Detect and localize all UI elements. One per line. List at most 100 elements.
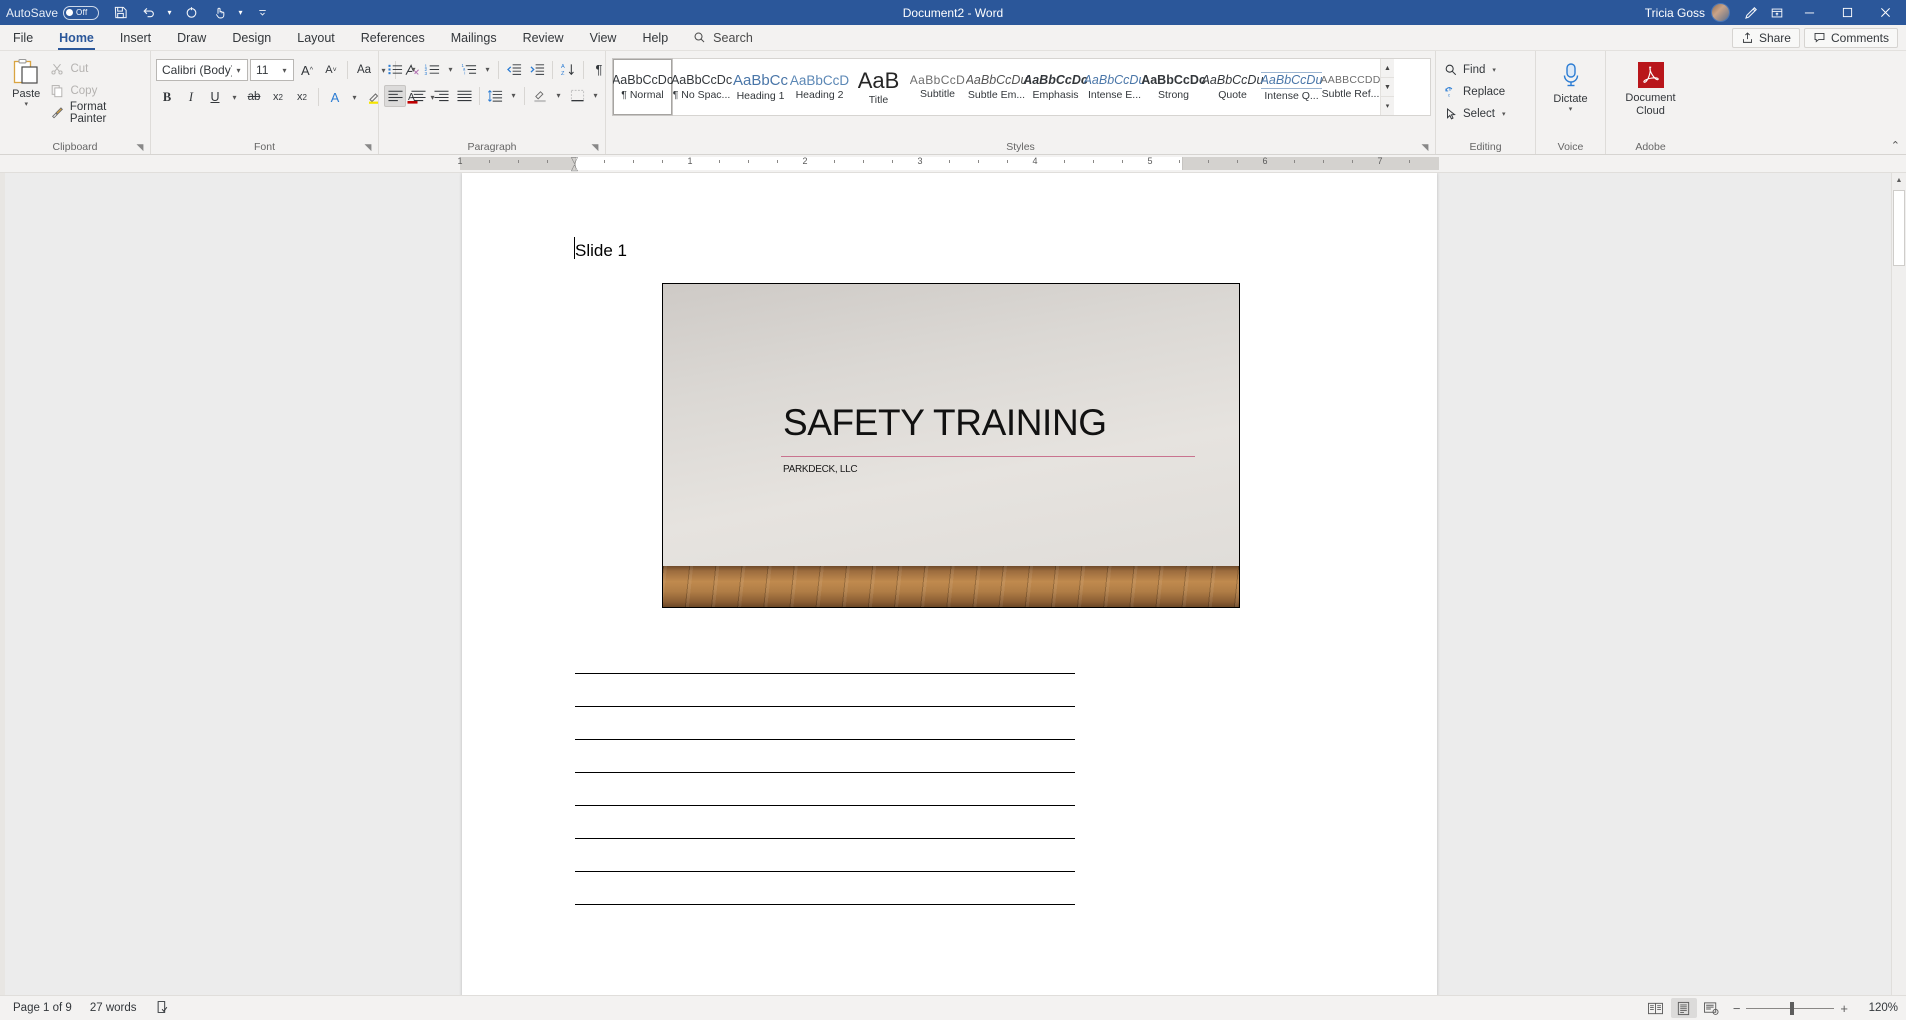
cut-button[interactable]: Cut	[47, 59, 145, 78]
web-layout-icon[interactable]	[1699, 998, 1725, 1018]
style-strong[interactable]: AaBbCcDc Strong	[1141, 59, 1206, 115]
read-mode-icon[interactable]	[1643, 998, 1669, 1018]
font-size-combo[interactable]: 11 ▾	[250, 59, 294, 81]
dictate-button[interactable]: Dictate ▾	[1543, 60, 1599, 113]
document-cloud-button[interactable]: Document Cloud	[1615, 59, 1687, 117]
borders-icon[interactable]	[566, 85, 588, 107]
tab-view[interactable]: View	[577, 25, 630, 50]
scrollbar-thumb[interactable]	[1893, 190, 1905, 266]
search-box[interactable]: Search	[681, 25, 765, 50]
touch-mode-icon[interactable]	[206, 2, 232, 24]
sort-icon[interactable]: A Z	[557, 59, 579, 81]
undo-dropdown-icon[interactable]: ▾	[163, 2, 176, 24]
align-center-button[interactable]	[407, 85, 429, 107]
style-intense-quote[interactable]: AaBbCcDu Intense Q...	[1260, 59, 1323, 115]
style-emphasis[interactable]: AaBbCcDc Emphasis	[1023, 59, 1088, 115]
align-left-button[interactable]	[384, 84, 406, 107]
multilevel-dropdown-icon[interactable]: ▾	[481, 59, 494, 81]
styles-scroll-up-button[interactable]: ▲	[1381, 59, 1394, 78]
borders-dropdown-icon[interactable]: ▾	[589, 85, 602, 107]
bullets-dropdown-icon[interactable]: ▾	[407, 59, 420, 81]
italic-button[interactable]: I	[180, 86, 202, 108]
format-painter-button[interactable]: Format Painter	[47, 101, 145, 125]
style-title[interactable]: AaB Title	[849, 59, 908, 115]
collapse-ribbon-button[interactable]: ⌃	[1891, 139, 1900, 152]
redo-icon[interactable]	[178, 2, 204, 24]
strikethrough-button[interactable]: ab	[243, 86, 265, 108]
style-heading-2[interactable]: AaBbCcD Heading 2	[790, 59, 849, 115]
tab-insert[interactable]: Insert	[107, 25, 164, 50]
justify-button[interactable]	[453, 85, 475, 107]
copy-button[interactable]: Copy	[47, 81, 145, 100]
share-button[interactable]: Share	[1731, 27, 1800, 48]
style-subtitle[interactable]: AaBbCcD Subtitle	[908, 59, 967, 115]
zoom-track[interactable]	[1746, 1001, 1835, 1015]
user-account-name[interactable]: Tricia Goss	[1645, 6, 1705, 20]
document-page[interactable]: Slide 1 SAFETY TRAINING PARKDECK, LLC	[462, 173, 1437, 995]
close-button[interactable]	[1866, 0, 1904, 25]
tab-mailings[interactable]: Mailings	[438, 25, 510, 50]
zoom-thumb[interactable]	[1790, 1001, 1795, 1015]
underline-dropdown-icon[interactable]: ▾	[228, 86, 241, 108]
decrease-indent-icon[interactable]	[503, 59, 525, 81]
tab-home[interactable]: Home	[46, 25, 107, 50]
proofing-check-icon[interactable]	[146, 1000, 179, 1017]
dictate-dropdown-icon[interactable]: ▾	[1569, 106, 1573, 114]
customize-qat-icon[interactable]	[249, 2, 275, 24]
multilevel-list-icon[interactable]: 1 a i	[458, 59, 480, 81]
numbering-dropdown-icon[interactable]: ▾	[444, 59, 457, 81]
zoom-out-button[interactable]: −	[1733, 1001, 1741, 1016]
tab-help[interactable]: Help	[629, 25, 681, 50]
styles-more-button[interactable]: ▾	[1381, 97, 1394, 115]
shading-icon[interactable]	[529, 85, 551, 107]
styles-scroll-down-button[interactable]: ▼	[1381, 78, 1394, 97]
line-spacing-dropdown-icon[interactable]: ▾	[507, 85, 520, 107]
bullets-icon[interactable]	[384, 59, 406, 81]
style-heading-1[interactable]: AaBbCc Heading 1	[731, 59, 790, 115]
scroll-up-button[interactable]: ▲	[1892, 173, 1906, 188]
ribbon-display-options-icon[interactable]	[1764, 2, 1790, 24]
style-quote[interactable]: AaBbCcDu Quote	[1202, 59, 1264, 115]
replace-button[interactable]: b c Replace	[1441, 81, 1508, 102]
change-case-button[interactable]: Aa	[353, 59, 375, 81]
autosave-toggle[interactable]: AutoSave Off	[6, 5, 100, 20]
tab-design[interactable]: Design	[219, 25, 284, 50]
paste-dropdown-icon[interactable]: ▾	[24, 100, 28, 108]
ink-pen-icon[interactable]	[1738, 2, 1764, 24]
superscript-button[interactable]: x2	[291, 86, 313, 108]
find-button[interactable]: Find ▾	[1441, 59, 1499, 80]
paragraph-slide-1-heading[interactable]: Slide 1	[575, 241, 627, 261]
bold-button[interactable]: B	[156, 86, 178, 108]
vertical-scrollbar[interactable]: ▲	[1891, 173, 1906, 995]
find-dropdown-icon[interactable]: ▾	[1492, 66, 1496, 74]
avatar[interactable]	[1711, 3, 1730, 22]
zoom-in-button[interactable]: +	[1840, 1001, 1848, 1016]
minimize-button[interactable]	[1790, 0, 1828, 25]
print-layout-icon[interactable]	[1670, 998, 1697, 1018]
style-subtle-reference[interactable]: AABBCCDD Subtle Ref...	[1321, 59, 1381, 115]
zoom-slider[interactable]: − +	[1733, 1001, 1848, 1016]
shading-dropdown-icon[interactable]: ▾	[552, 85, 565, 107]
paragraph-dialog-launcher[interactable]: ◥	[590, 143, 600, 153]
tab-references[interactable]: References	[348, 25, 438, 50]
increase-indent-icon[interactable]	[526, 59, 548, 81]
style-intense-emphasis[interactable]: AaBbCcDu Intense E...	[1084, 59, 1146, 115]
tab-draw[interactable]: Draw	[164, 25, 219, 50]
select-button[interactable]: Select ▾	[1441, 103, 1508, 124]
page-number-status[interactable]: Page 1 of 9	[4, 1002, 81, 1014]
styles-dialog-launcher[interactable]: ◥	[1420, 143, 1430, 153]
restore-button[interactable]	[1828, 0, 1866, 25]
save-icon[interactable]	[107, 2, 133, 24]
select-dropdown-icon[interactable]: ▾	[1502, 110, 1506, 118]
font-name-combo[interactable]: Calibri (Body) ▾	[156, 59, 248, 81]
subscript-button[interactable]: x2	[267, 86, 289, 108]
style-no-spacing[interactable]: AaBbCcDc ¶ No Spac...	[671, 59, 732, 115]
line-spacing-icon[interactable]	[484, 85, 506, 107]
style-normal[interactable]: AaBbCcDc ¶ Normal	[612, 58, 673, 116]
document-canvas[interactable]: Slide 1 SAFETY TRAINING PARKDECK, LLC ▲	[0, 173, 1906, 995]
tab-file[interactable]: File	[0, 25, 46, 50]
zoom-level-label[interactable]: 120%	[1856, 1002, 1898, 1014]
align-right-button[interactable]	[430, 85, 452, 107]
numbering-icon[interactable]: 1 2 3	[421, 59, 443, 81]
paste-button[interactable]: Paste ▾	[5, 56, 47, 108]
